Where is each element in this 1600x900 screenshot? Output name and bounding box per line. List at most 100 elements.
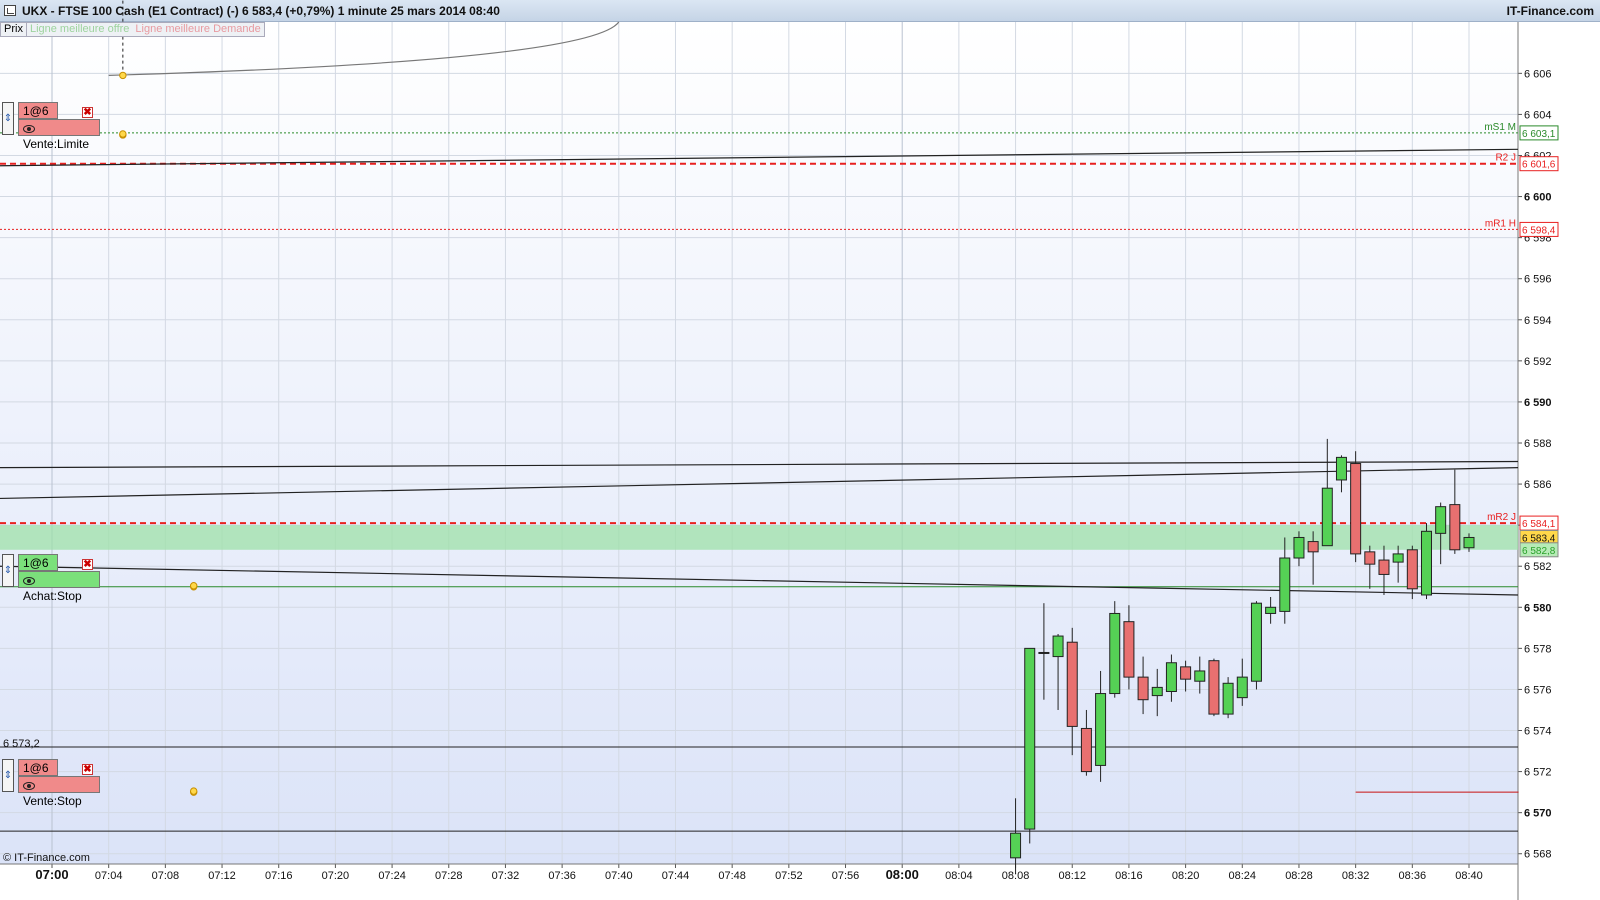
candle-body (1321, 487, 1333, 547)
series-legend: Prix Ligne meilleure offre Ligne meilleure… (0, 22, 265, 37)
x-tick-label: 07:36 (548, 870, 576, 882)
candle-body (1335, 456, 1347, 481)
copyright-text: © IT-Finance.com (3, 852, 90, 864)
pivot-name: mR2 J (1487, 512, 1516, 523)
candle-body (1307, 541, 1319, 553)
x-tick-label: 08:40 (1455, 870, 1483, 882)
candle-body (1123, 621, 1135, 678)
x-tick-label: 07:08 (152, 870, 180, 882)
candle-body (1095, 693, 1107, 766)
x-tick-label: 07:48 (718, 870, 746, 882)
candle-body (1406, 549, 1418, 590)
candle-body (1137, 676, 1149, 701)
candle-body (1010, 832, 1022, 859)
x-tick-label: 07:44 (662, 870, 690, 882)
y-tick-label: 6 578 (1524, 643, 1552, 655)
y-tick-label: 6 588 (1524, 438, 1552, 450)
drag-handle-icon[interactable]: ⇕ (2, 759, 14, 792)
y-tick-label: 6 576 (1524, 684, 1552, 696)
x-tick-label: 08:36 (1399, 870, 1427, 882)
candle-body (1420, 530, 1432, 596)
order-action[interactable]: Vente:Limite (18, 119, 100, 151)
drag-handle-icon[interactable]: ⇕ (2, 554, 14, 587)
x-tick-label: 08:20 (1172, 870, 1200, 882)
candle-body (1080, 727, 1092, 773)
y-tick-label: 6 582 (1524, 561, 1552, 573)
x-tick-label: 07:20 (322, 870, 350, 882)
pivot-name: mR1 H (1485, 218, 1516, 229)
order-action[interactable]: Vente:Stop (18, 776, 100, 808)
close-icon[interactable]: ✖ (82, 559, 93, 570)
bid-ask-zone (0, 525, 1518, 550)
y-tick-label: 6 570 (1524, 808, 1552, 820)
candle-body (1222, 682, 1234, 715)
close-icon[interactable]: ✖ (82, 107, 93, 118)
eye-icon (23, 576, 35, 585)
candle-body (1364, 551, 1376, 565)
candle-body (1038, 651, 1050, 654)
y-tick-label: 6 568 (1524, 849, 1552, 861)
pivot-value: 6 584,1 (1522, 519, 1556, 530)
x-tick-label: 08:12 (1058, 870, 1086, 882)
candle-body (1250, 602, 1262, 682)
x-tick-label: 07:56 (832, 870, 860, 882)
candle-body (1024, 647, 1036, 830)
eye-icon (23, 781, 35, 790)
candle-body (1265, 606, 1277, 614)
order-anchor-dot (119, 130, 127, 138)
price-tag-value: 6 582,8 (1522, 546, 1556, 557)
pivot-value: 6 601,6 (1522, 160, 1556, 171)
candle-body (1052, 635, 1064, 658)
order-action[interactable]: Achat:Stop (18, 571, 100, 603)
x-tick-label: 08:28 (1285, 870, 1313, 882)
candle-body (1165, 662, 1177, 692)
order-action-label: Achat:Stop (23, 589, 82, 603)
x-tick-label: 07:12 (208, 870, 236, 882)
order-action-label: Vente:Stop (23, 794, 82, 808)
x-tick-label: 08:32 (1342, 870, 1370, 882)
x-tick-label: 08:00 (886, 867, 919, 882)
eye-icon (23, 124, 35, 133)
close-icon[interactable]: ✖ (82, 764, 93, 775)
price-chart[interactable]: 6 6066 6046 6026 6006 5986 5966 5946 592… (0, 0, 1600, 900)
legend-best-offer[interactable]: Ligne meilleure offre (27, 23, 132, 36)
order-anchor-dot (190, 582, 198, 590)
x-tick-label: 07:24 (378, 870, 406, 882)
candle-body (1293, 536, 1305, 559)
candle-body (1151, 686, 1163, 697)
candle-body (1066, 641, 1078, 727)
candle-body (1236, 676, 1248, 699)
x-tick-label: 07:32 (492, 870, 520, 882)
y-tick-label: 6 600 (1524, 192, 1552, 204)
candle-body (1180, 666, 1192, 680)
order-quantity[interactable]: 1@6 603,0 (18, 102, 59, 135)
x-tick-label: 07:00 (35, 867, 68, 882)
pivot-value: 6 598,4 (1522, 225, 1556, 236)
pivot-value: 6 603,1 (1522, 129, 1556, 140)
order-anchor-dot (119, 71, 127, 80)
x-tick-label: 07:28 (435, 870, 463, 882)
candle-body (1194, 670, 1206, 682)
order-action-label: Vente:Limite (23, 137, 90, 151)
candle-body (1350, 463, 1362, 555)
legend-best-demand[interactable]: Ligne meilleure Demande (132, 23, 263, 36)
y-tick-label: 6 572 (1524, 767, 1552, 779)
x-tick-label: 07:40 (605, 870, 633, 882)
y-tick-label: 6 596 (1524, 274, 1552, 286)
candle-body (1463, 536, 1475, 549)
y-tick-label: 6 592 (1524, 356, 1552, 368)
legend-price[interactable]: Prix (1, 23, 27, 36)
order-quantity[interactable]: 1@6 581,0 (18, 554, 59, 587)
drag-handle-icon[interactable]: ⇕ (2, 102, 14, 135)
candle-body (1109, 612, 1121, 695)
x-tick-label: 08:24 (1229, 870, 1257, 882)
x-tick-label: 07:04 (95, 870, 123, 882)
y-tick-label: 6 604 (1524, 109, 1552, 121)
y-tick-label: 6 590 (1524, 397, 1552, 409)
y-tick-label: 6 594 (1524, 315, 1552, 327)
pivot-name: mS1 M (1484, 122, 1516, 133)
order-quantity[interactable]: 1@6 571,0 (18, 759, 59, 792)
y-tick-label: 6 606 (1524, 68, 1552, 80)
x-tick-label: 08:16 (1115, 870, 1143, 882)
candle-body (1392, 553, 1404, 563)
